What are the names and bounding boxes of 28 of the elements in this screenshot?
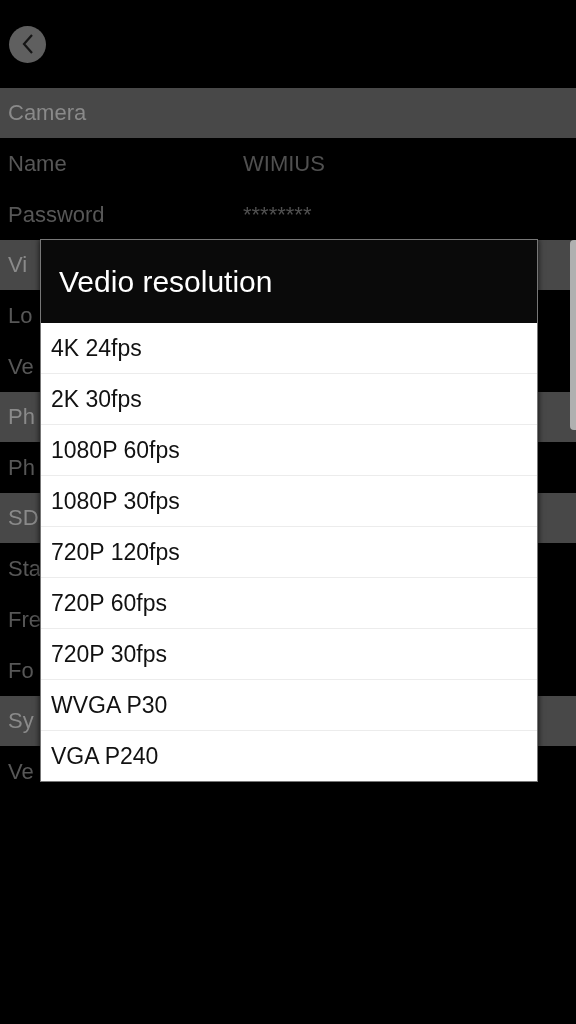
section-title: Ph [8,404,35,430]
setting-value: ******** [243,201,312,228]
resolution-option[interactable]: 720P 60fps [41,577,537,628]
setting-label: Fre [8,606,42,633]
resolution-option[interactable]: 720P 120fps [41,526,537,577]
resolution-option[interactable]: 720P 30fps [41,628,537,679]
chevron-left-icon [20,33,35,55]
back-button[interactable] [9,25,46,63]
setting-label: Fo [8,657,35,684]
resolution-option[interactable]: VGA P240 [41,730,537,781]
resolution-option[interactable]: 4K 24fps [41,323,537,373]
section-title: Sy [8,708,34,734]
setting-label: Ve [8,353,35,380]
resolution-option[interactable]: WVGA P30 [41,679,537,730]
section-title: Vi [8,252,28,278]
resolution-option[interactable]: 2K 30fps [41,373,537,424]
setting-label: Password [8,201,106,228]
setting-label: Lo [8,302,34,329]
section-title: Camera [8,100,87,126]
setting-value: WIMIUS [243,150,325,177]
section-title: SD [8,505,39,531]
dialog-title: Vedio resolution [41,240,537,323]
setting-label: Sta [8,555,43,582]
setting-label: Ph [8,454,36,481]
setting-label: Name [8,150,68,177]
setting-label: Ve [8,758,35,785]
resolution-option[interactable]: 1080P 60fps [41,424,537,475]
resolution-option[interactable]: 1080P 30fps [41,475,537,526]
